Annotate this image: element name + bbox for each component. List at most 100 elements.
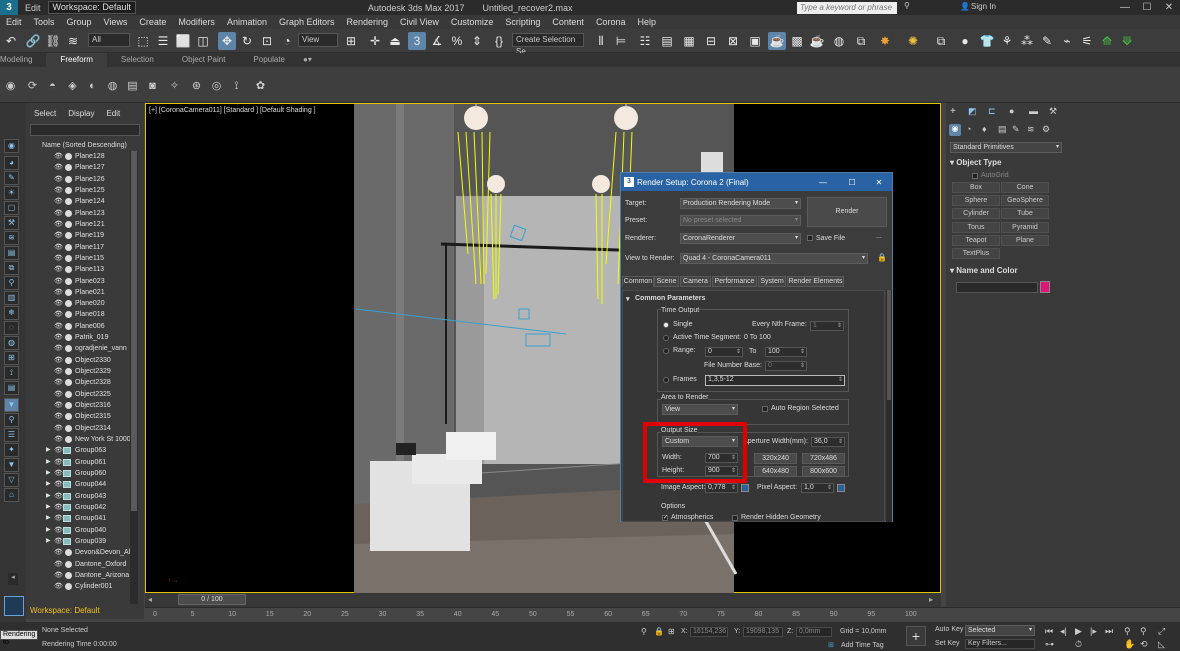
explorer-row[interactable]: ▶ 👁 Group042 (26, 502, 130, 513)
corona-converter-icon[interactable]: ⟰ (1098, 32, 1116, 50)
explorer-row[interactable]: 👁 Object2325 (26, 389, 130, 400)
key-filters-button[interactable]: Key Filters... (965, 639, 1035, 649)
explorer-row[interactable]: 👁 Plane023 (26, 276, 130, 287)
maxscript-listener[interactable]: Rendering to (0, 630, 38, 646)
filter-icon[interactable]: ▼ (4, 398, 19, 412)
display-spacewarps-icon[interactable]: ≋ (4, 231, 19, 245)
visibility-eye-icon[interactable]: 👁 (54, 525, 63, 536)
auto-region-checkbox[interactable] (762, 406, 768, 412)
explorer-row[interactable]: ▶ 👁 Group060 (26, 468, 130, 479)
geometry-icon[interactable]: ◉ (949, 124, 961, 136)
primitive-button-teapot[interactable]: Teapot (952, 234, 1000, 246)
display-all-icon[interactable]: ◍ (4, 336, 19, 350)
expand-arrow-icon[interactable]: ▶ (46, 457, 51, 468)
visibility-eye-icon[interactable]: 👁 (54, 468, 63, 479)
corona-vfb-icon[interactable]: ⧉ (932, 32, 950, 50)
ribbon-tool-icon[interactable]: ◉ (4, 80, 17, 93)
expand-arrow-icon[interactable]: ▶ (46, 491, 51, 502)
shapes-icon[interactable]: ◔ (966, 124, 971, 134)
place-icon[interactable]: ◔ (278, 32, 296, 50)
tab-scene[interactable]: Scene (654, 276, 679, 287)
explorer-row[interactable]: 👁 Plane121 (26, 219, 130, 230)
area-to-render-dropdown[interactable]: View (662, 404, 738, 415)
tab-render-elements[interactable]: Render Elements (787, 276, 844, 287)
primitives-dropdown[interactable]: Standard Primitives (950, 142, 1062, 153)
set-key-icon[interactable]: + (906, 626, 926, 646)
go-to-start-icon[interactable]: ⏮ (1045, 626, 1053, 637)
visibility-eye-icon[interactable]: 👁 (54, 479, 63, 490)
mirror-icon[interactable]: ⫴ (592, 32, 610, 50)
corona-light-icon[interactable]: ✎ (1038, 32, 1056, 50)
menu-tools[interactable]: Tools (28, 17, 61, 27)
workspace-dropdown[interactable]: Workspace: Default (47, 1, 136, 14)
pixel-aspect-lock-icon[interactable] (837, 484, 845, 492)
motion-tab-icon[interactable]: ● (1009, 106, 1014, 116)
ribbon-tool-icon[interactable]: ⊛ (190, 80, 203, 93)
maximize-viewport-icon[interactable]: ⤢ (1158, 626, 1165, 637)
display-active-layer-icon[interactable]: ▤ (4, 381, 19, 395)
preset-640x480-button[interactable]: 640x480 (754, 466, 797, 477)
explorer-row[interactable]: 👁 Plane117 (26, 242, 130, 253)
display-lights-icon[interactable]: ☀ (4, 186, 19, 200)
primitive-button-torus[interactable]: Torus (952, 221, 1000, 233)
object-name-input[interactable] (956, 282, 1038, 293)
search-input[interactable]: Type a keyword or phrase (797, 2, 897, 14)
explorer-row[interactable]: 👁 Dantone_Oxford (26, 559, 130, 570)
explorer-row[interactable]: 👁 Object2315 (26, 411, 130, 422)
menu-help[interactable]: Help (631, 17, 662, 27)
explorer-row[interactable]: 👁 Dantone_Arizona (26, 570, 130, 581)
display-helpers-icon[interactable]: ⚒ (4, 216, 19, 230)
user-icon[interactable]: 👤 (960, 2, 970, 11)
workspace-selector[interactable]: Workspace: Default (26, 604, 144, 617)
dialog-title-bar[interactable]: 3 Render Setup: Corona 2 (Final) — ☐ ✕ (621, 173, 892, 191)
maximize-icon[interactable]: ☐ (1136, 0, 1158, 15)
visibility-eye-icon[interactable]: 👁 (54, 196, 63, 207)
file-number-base-spinner[interactable]: 0 (765, 361, 807, 371)
corona-sun-icon[interactable]: ✺ (904, 32, 922, 50)
name-and-color-rollout[interactable]: ▾ Name and Color (950, 265, 1056, 277)
window-crossing-icon[interactable]: ◫ (194, 32, 212, 50)
close-icon[interactable]: ✕ (1158, 0, 1180, 15)
tab-camera[interactable]: Camera (680, 276, 711, 287)
range-from-spinner[interactable]: 0 (705, 347, 743, 357)
render-setup-icon[interactable]: ☕ (768, 32, 786, 50)
bind-space-warp-icon[interactable]: ≋ (64, 32, 82, 50)
ribbon-tool-icon[interactable]: ◎ (210, 80, 223, 93)
visibility-eye-icon[interactable]: 👁 (54, 445, 63, 456)
pivot-center-icon[interactable]: ⊞ (342, 32, 360, 50)
primitive-button-geosphere[interactable]: GeoSphere (1001, 195, 1049, 207)
visibility-eye-icon[interactable]: 👁 (54, 309, 63, 320)
menu-edit[interactable]: Edit (0, 17, 28, 27)
menu-customize[interactable]: Customize (445, 17, 500, 27)
snaps-toggle-icon[interactable]: 3 (408, 32, 426, 50)
next-frame-icon[interactable]: ▸ (929, 595, 933, 604)
active-time-segment-radio[interactable] (663, 335, 669, 341)
corona-scatter-icon[interactable]: ⁂ (1018, 32, 1036, 50)
corona-sky-icon[interactable]: ⚟ (1078, 32, 1096, 50)
explorer-row[interactable]: ▶ 👁 Group041 (26, 513, 130, 524)
menu-views[interactable]: Views (98, 17, 134, 27)
common-parameters-rollout[interactable]: Common Parameters (635, 295, 705, 302)
explorer-row[interactable]: ▶ 👁 Group044 (26, 479, 130, 490)
explorer-tab-edit[interactable]: Edit (106, 109, 120, 118)
minimize-icon[interactable]: — (1114, 0, 1136, 15)
move-icon[interactable]: ✥ (218, 32, 236, 50)
key-mode-icon[interactable]: ⊶ (1045, 639, 1054, 650)
expand-arrow-icon[interactable]: ▶ (46, 445, 51, 456)
zoom-all-icon[interactable]: ⚲ (1140, 626, 1147, 637)
corona-shirt-icon[interactable]: 👕 (978, 32, 996, 50)
visibility-eye-icon[interactable]: 👁 (54, 457, 63, 468)
object-type-rollout[interactable]: ▾ Object Type (950, 157, 1056, 169)
visibility-eye-icon[interactable]: 👁 (54, 502, 63, 513)
collapse-arrow-icon[interactable]: ◂ (8, 573, 18, 585)
hierarchy-tab-icon[interactable]: ⊏ (988, 106, 996, 117)
visibility-eye-icon[interactable]: 👁 (54, 208, 63, 219)
explorer-row[interactable]: 👁 Object2314 (26, 423, 130, 434)
curve-editor-icon[interactable]: ⊟ (702, 32, 720, 50)
explorer-row[interactable]: ▶ 👁 Group061 (26, 457, 130, 468)
collapse-triangle-icon[interactable]: ▾ (626, 295, 630, 303)
go-to-end-icon[interactable]: ⏭ (1105, 626, 1113, 637)
explorer-row[interactable]: 👁 Plane006 (26, 321, 130, 332)
single-radio[interactable] (663, 322, 669, 328)
layer-explorer-icon[interactable]: ▤ (658, 32, 676, 50)
